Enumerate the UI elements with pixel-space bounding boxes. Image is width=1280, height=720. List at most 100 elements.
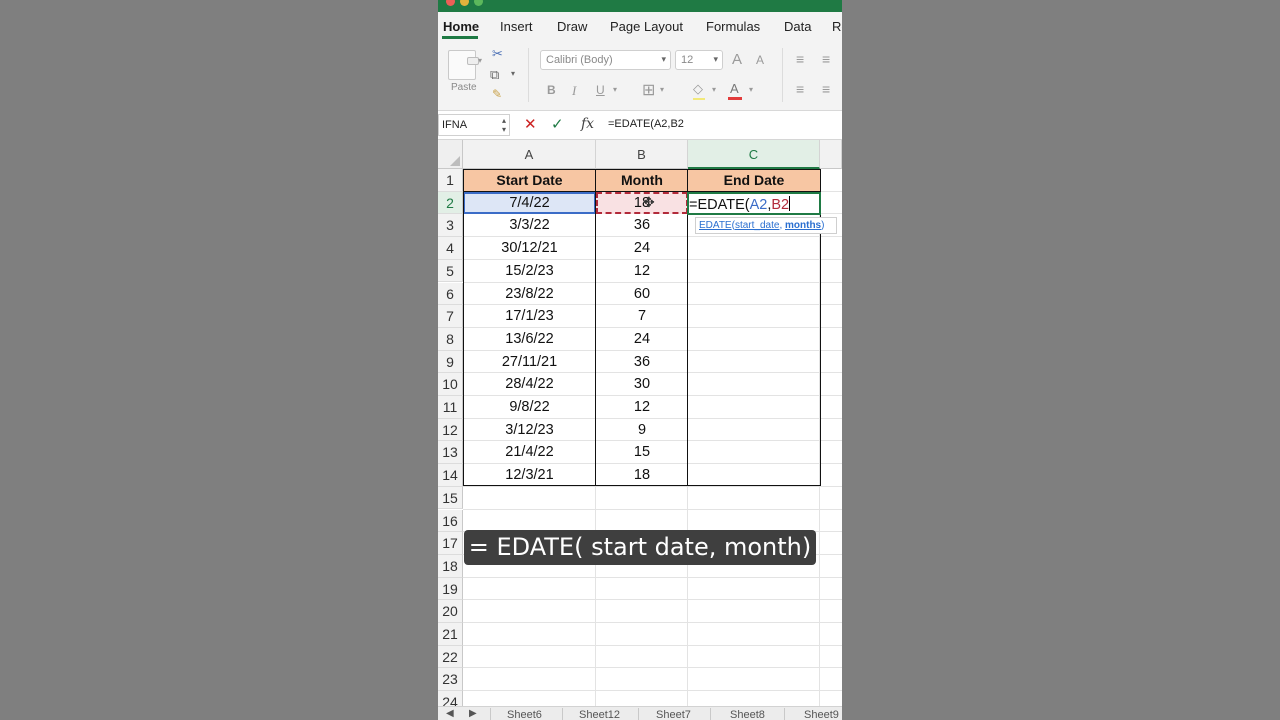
sheet-tab-sheet7[interactable]: Sheet7 (656, 709, 691, 720)
column-header-b[interactable]: B (596, 140, 688, 169)
row-header[interactable]: 23 (438, 668, 463, 692)
copy-icon[interactable]: ⧉ (490, 67, 499, 83)
cell-start-date[interactable]: 30/12/21 (463, 237, 596, 260)
row-header[interactable]: 17 (438, 532, 463, 555)
cell-start-date[interactable]: 21/4/22 (463, 441, 596, 464)
cell-month[interactable]: 24 (596, 237, 688, 260)
cell-start-date[interactable]: 17/1/23 (463, 305, 596, 328)
cell-month[interactable]: 12 (596, 396, 688, 419)
row-header[interactable]: 10 (438, 373, 463, 396)
row-header[interactable]: 4 (438, 237, 463, 260)
row-header[interactable]: 8 (438, 327, 463, 351)
cell-month[interactable]: 36 (596, 214, 688, 237)
tab-data[interactable]: Data (784, 19, 811, 34)
tab-insert[interactable]: Insert (500, 19, 533, 34)
paste-button-label[interactable]: Paste (451, 82, 477, 93)
header-end-date[interactable]: End Date (688, 169, 820, 192)
cell-month[interactable]: 7 (596, 305, 688, 328)
insert-function-icon[interactable]: fx (581, 116, 594, 132)
align-center-icon[interactable]: ≡ (822, 81, 830, 97)
tooltip-arg-start-date[interactable]: start_date (735, 220, 779, 231)
tab-review[interactable]: Re (832, 19, 842, 34)
row-header[interactable]: 15 (438, 486, 463, 510)
bold-button[interactable]: B (547, 83, 556, 97)
paste-options-chevron-icon[interactable]: ▾ (478, 56, 482, 65)
font-size-dropdown[interactable]: 12 ▾ (675, 50, 723, 70)
row-header[interactable]: 20 (438, 600, 463, 623)
enter-formula-icon[interactable]: ✓ (551, 115, 564, 133)
row-header[interactable]: 22 (438, 645, 463, 669)
name-box[interactable]: IFNA ▴ ▾ (438, 114, 510, 136)
sheet-tab-sheet8[interactable]: Sheet8 (730, 709, 765, 720)
row-header[interactable]: 19 (438, 577, 463, 601)
tooltip-arg-months[interactable]: months (785, 220, 821, 231)
header-month[interactable]: Month (596, 169, 688, 192)
row-header[interactable]: 3 (438, 214, 463, 238)
cell-month[interactable]: 18 (596, 464, 688, 487)
align-middle-icon[interactable]: ≡ (822, 51, 830, 67)
row-header[interactable]: 13 (438, 441, 463, 465)
cell-month[interactable]: 30 (596, 373, 688, 396)
tab-formulas[interactable]: Formulas (706, 19, 760, 34)
column-header-a[interactable]: A (463, 140, 596, 169)
cell-start-date[interactable]: 3/3/22 (463, 214, 596, 237)
cell-start-date[interactable]: 12/3/21 (463, 464, 596, 487)
paste-icon[interactable] (448, 50, 479, 80)
close-window-icon[interactable] (446, 0, 455, 6)
cell-month[interactable]: 15 (596, 441, 688, 464)
cut-icon[interactable]: ✂ (492, 46, 503, 62)
cell-start-date[interactable]: 27/11/21 (463, 351, 596, 374)
cell-start-date[interactable]: 7/4/22 (463, 192, 596, 215)
column-header-c[interactable]: C (688, 140, 820, 169)
row-header[interactable]: 9 (438, 350, 463, 374)
format-painter-icon[interactable]: ✎ (492, 87, 502, 101)
borders-icon[interactable]: ⊞ (642, 80, 655, 100)
font-color-icon[interactable]: A (730, 81, 739, 96)
zoom-window-icon[interactable] (474, 0, 483, 6)
tab-home[interactable]: Home (443, 19, 479, 34)
row-header[interactable]: 12 (438, 418, 463, 442)
copy-chevron-icon[interactable]: ▾ (511, 69, 515, 78)
cancel-formula-icon[interactable]: ✕ (524, 115, 537, 133)
row-header[interactable]: 11 (438, 396, 463, 419)
header-start-date[interactable]: Start Date (463, 169, 596, 192)
sheet-tab-sheet6[interactable]: Sheet6 (507, 709, 542, 720)
sheet-tab-sheet9[interactable]: Sheet9 (804, 709, 839, 720)
cell-start-date[interactable]: 15/2/23 (463, 260, 596, 283)
font-name-dropdown[interactable]: Calibri (Body) ▾ (540, 50, 671, 70)
cell-month[interactable]: 60 (596, 283, 688, 306)
cell-start-date[interactable]: 3/12/23 (463, 419, 596, 442)
cell-month[interactable]: 18 (596, 192, 688, 215)
cell-c2-editing[interactable]: =EDATE(A2,B2 (687, 191, 821, 215)
sheet-tab-sheet12[interactable]: Sheet12 (579, 709, 620, 720)
cell-month[interactable]: 12 (596, 260, 688, 283)
row-header[interactable]: 24 (438, 691, 463, 706)
fill-color-icon[interactable]: ◇ (693, 81, 703, 97)
cell-start-date[interactable]: 13/6/22 (463, 328, 596, 351)
scroll-sheets-right-icon[interactable]: ▶ (469, 708, 477, 719)
select-all-corner[interactable] (438, 140, 463, 169)
italic-button[interactable]: I (572, 83, 576, 99)
tab-draw[interactable]: Draw (557, 19, 587, 34)
row-header[interactable]: 1 (438, 169, 463, 192)
row-header[interactable]: 5 (438, 259, 463, 283)
row-header[interactable]: 6 (438, 282, 463, 306)
row-header[interactable]: 16 (438, 509, 463, 533)
fill-color-chevron-icon[interactable]: ▾ (712, 85, 716, 94)
font-color-chevron-icon[interactable]: ▾ (749, 85, 753, 94)
column-header-d[interactable] (820, 140, 842, 169)
align-top-icon[interactable]: ≡ (796, 51, 804, 67)
underline-options-chevron-icon[interactable]: ▾ (613, 85, 617, 94)
cell-month[interactable]: 24 (596, 328, 688, 351)
tab-page-layout[interactable]: Page Layout (610, 19, 683, 34)
align-left-icon[interactable]: ≡ (796, 81, 804, 97)
row-header[interactable]: 2 (438, 191, 463, 215)
cell-start-date[interactable]: 9/8/22 (463, 396, 596, 419)
cell-start-date[interactable]: 28/4/22 (463, 373, 596, 396)
row-header[interactable]: 18 (438, 554, 463, 578)
minimize-window-icon[interactable] (460, 0, 469, 6)
row-header[interactable]: 21 (438, 623, 463, 646)
formula-input[interactable]: =EDATE(A2,B2 (608, 118, 684, 130)
decrease-font-icon[interactable]: A (756, 53, 764, 67)
cell-month[interactable]: 9 (596, 419, 688, 442)
